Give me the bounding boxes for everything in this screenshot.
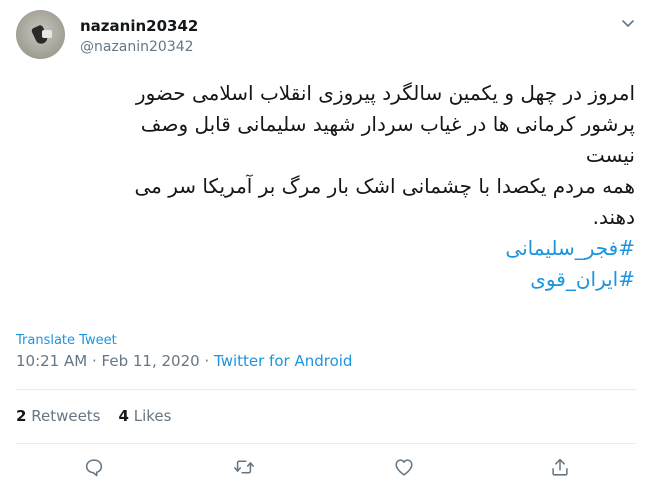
tweet-stats: 2 Retweets 4 Likes xyxy=(16,407,171,425)
retweet-icon[interactable] xyxy=(232,455,256,479)
retweets-count: 2 xyxy=(16,407,27,425)
tweet-text-line: همه مردم یکصدا با چشمانی اشک بار مرگ بر … xyxy=(134,174,635,198)
retweets-label: Retweets xyxy=(31,407,101,425)
tweet-date[interactable]: Feb 11, 2020 xyxy=(102,352,200,370)
tweet-text-line: دهند. xyxy=(592,205,635,229)
meta-separator: · xyxy=(204,352,210,370)
hashtag-link[interactable]: #فجر_سلیمانی xyxy=(15,233,635,264)
hashtag-link[interactable]: #ایران_قوی xyxy=(15,264,635,295)
likes-label: Likes xyxy=(133,407,172,425)
chevron-down-icon[interactable] xyxy=(620,16,636,30)
tweet-card: nazanin20342 @nazanin20342 امروز در چهل … xyxy=(0,0,652,495)
tweet-text-line: نیست xyxy=(585,143,635,167)
avatar[interactable] xyxy=(16,10,65,59)
retweets-stat[interactable]: 2 Retweets xyxy=(16,407,101,425)
author-display-name[interactable]: nazanin20342 xyxy=(80,17,198,35)
tweet-text-line: امروز در چهل و یکمین سالگرد پیروزی انقلا… xyxy=(135,81,635,105)
tweet-meta: 10:21 AM · Feb 11, 2020 · Twitter for An… xyxy=(16,352,352,370)
heart-icon[interactable] xyxy=(392,455,416,479)
tweet-source-link[interactable]: Twitter for Android xyxy=(214,352,352,370)
divider xyxy=(16,443,636,444)
tweet-text-line: پرشور کرمانی ها در غیاب سردار شهید سلیما… xyxy=(140,112,635,136)
author-handle[interactable]: @nazanin20342 xyxy=(80,39,194,55)
avatar-object-shape xyxy=(42,30,52,38)
tweet-text: امروز در چهل و یکمین سالگرد پیروزی انقلا… xyxy=(15,78,635,295)
divider xyxy=(16,389,636,390)
tweet-actions xyxy=(0,455,652,483)
share-icon[interactable] xyxy=(548,455,572,479)
likes-count: 4 xyxy=(118,407,129,425)
tweet-time[interactable]: 10:21 AM xyxy=(16,352,87,370)
translate-tweet-link[interactable]: Translate Tweet xyxy=(16,333,117,348)
reply-icon[interactable] xyxy=(82,455,106,479)
meta-separator: · xyxy=(91,352,97,370)
likes-stat[interactable]: 4 Likes xyxy=(119,407,172,425)
